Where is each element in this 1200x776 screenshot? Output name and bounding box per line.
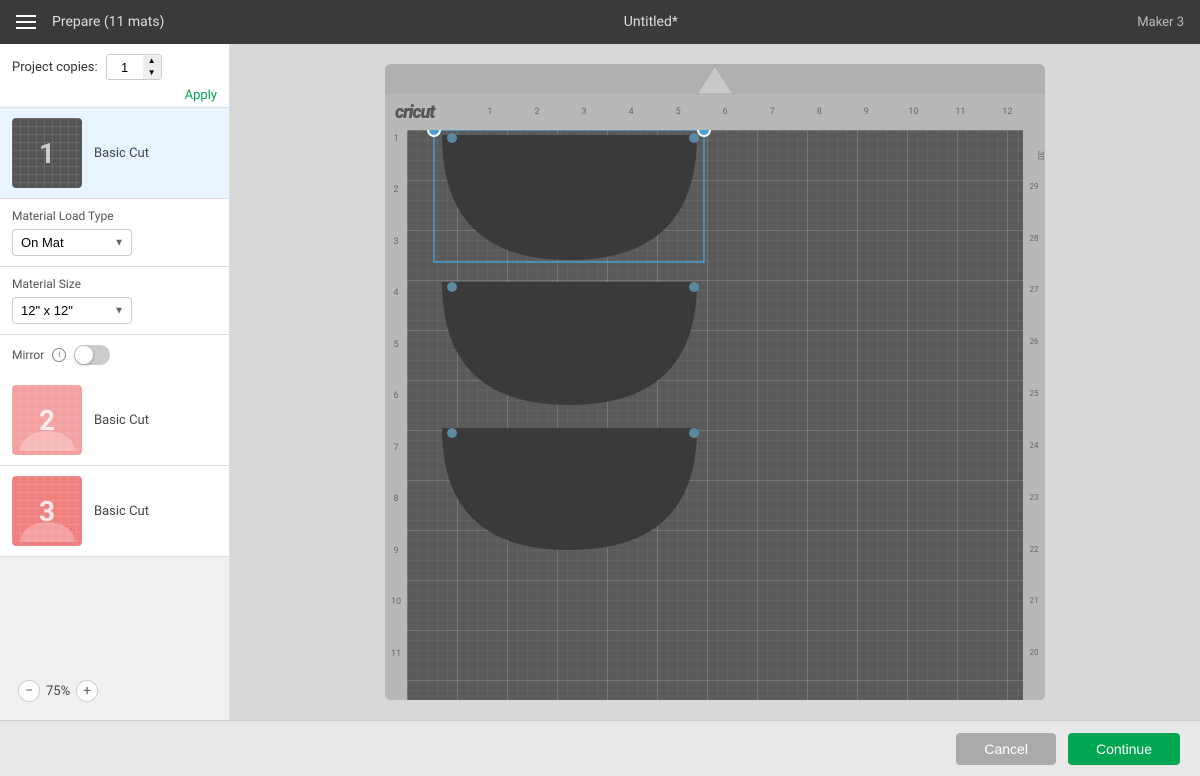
material-size-label: Material Size — [12, 277, 217, 291]
material-load-select-wrap: On Mat Without Mat ▼ — [12, 229, 132, 256]
app-header: Prepare (11 mats) Untitled* Maker 3 — [0, 0, 1200, 44]
ruler-corner — [444, 107, 466, 117]
mirror-toggle[interactable] — [74, 345, 110, 365]
material-size-section: Material Size 12" x 12" 12" x 24" ▼ — [0, 267, 229, 335]
project-copies-section: Project copies: ▲ ▼ Apply — [0, 44, 229, 108]
top-ruler: 1 2 3 4 5 6 7 8 9 10 11 12 — [444, 107, 1031, 117]
mat-item-3[interactable]: 3 Basic Cut — [0, 466, 229, 557]
main-area: Project copies: ▲ ▼ Apply 1 Basic Cut — [0, 44, 1200, 720]
shape-dot-1a — [447, 133, 457, 143]
material-load-select[interactable]: On Mat Without Mat — [12, 229, 132, 256]
zoom-bar: − 75% + — [10, 672, 106, 710]
shape-dot-3a — [447, 428, 457, 438]
copies-up-button[interactable]: ▲ — [143, 55, 161, 67]
mat-shapes-svg — [407, 130, 1045, 700]
mat-thumbnail-2: 2 — [12, 385, 82, 455]
mat-canvas: cricut 1 2 3 4 5 6 7 8 9 10 — [385, 64, 1045, 700]
zoom-in-button[interactable]: + — [76, 680, 98, 702]
zoom-section: − 75% + — [0, 557, 229, 720]
mat-thumbnail-3: 3 — [12, 476, 82, 546]
menu-button[interactable] — [16, 15, 36, 29]
shape-3[interactable] — [442, 428, 697, 550]
mat-pin — [695, 64, 735, 100]
mirror-info-icon[interactable]: i — [52, 348, 66, 362]
toggle-knob — [75, 346, 93, 364]
shape-dot-3b — [689, 428, 699, 438]
cricut-brand: cricut — [395, 102, 434, 123]
mat-item-1[interactable]: 1 Basic Cut — [0, 108, 229, 199]
mat-label-1: Basic Cut — [94, 146, 149, 161]
grid-content: 30 29 28 27 26 25 24 23 22 21 20 — [407, 130, 1045, 700]
mat-item-2[interactable]: 2 Basic Cut — [0, 375, 229, 466]
device-name: Maker 3 — [1137, 15, 1184, 30]
material-size-select[interactable]: 12" x 12" 12" x 24" — [12, 297, 132, 324]
footer-bar: Cancel Continue — [0, 720, 1200, 776]
shape-dot-2b — [689, 282, 699, 292]
mirror-label: Mirror — [12, 348, 44, 362]
shape-dot-1b — [689, 133, 699, 143]
shape-1[interactable] — [442, 135, 697, 260]
cancel-button[interactable]: Cancel — [956, 733, 1056, 765]
apply-button[interactable]: Apply — [185, 88, 217, 103]
mat-thumb-shapes-3 — [12, 476, 82, 546]
material-load-section: Material Load Type On Mat Without Mat ▼ — [0, 199, 229, 267]
copies-down-button[interactable]: ▼ — [143, 67, 161, 79]
mat-label-3: Basic Cut — [94, 504, 149, 519]
copies-spinners: ▲ ▼ — [143, 55, 161, 79]
mirror-section: Mirror i — [0, 335, 229, 375]
mat-label-2: Basic Cut — [94, 413, 149, 428]
material-load-label: Material Load Type — [12, 209, 217, 223]
mat-body: 1 2 3 4 5 6 7 8 9 10 11 — [385, 130, 1045, 700]
shape-dot-2a — [447, 282, 457, 292]
handle-tl[interactable] — [428, 130, 440, 136]
right-ruler: 30 29 28 27 26 25 24 23 22 21 20 — [1023, 130, 1045, 700]
continue-button[interactable]: Continue — [1068, 733, 1180, 765]
copies-input-wrap: ▲ ▼ — [106, 54, 162, 80]
material-size-select-wrap: 12" x 12" 12" x 24" ▼ — [12, 297, 132, 324]
mat-thumb-shapes-2 — [12, 385, 82, 455]
shape-2[interactable] — [442, 282, 697, 405]
canvas-area: cricut 1 2 3 4 5 6 7 8 9 10 — [230, 44, 1200, 720]
sidebar: Project copies: ▲ ▼ Apply 1 Basic Cut — [0, 44, 230, 720]
project-copies-label: Project copies: — [12, 60, 98, 75]
handle-tr[interactable] — [698, 130, 710, 136]
mat-number-1: 1 — [12, 118, 82, 188]
document-title: Untitled* — [164, 14, 1137, 30]
mat-pin-icon — [695, 64, 735, 96]
mat-thumbnail-1: 1 — [12, 118, 82, 188]
zoom-value: 75% — [46, 684, 70, 699]
zoom-out-button[interactable]: − — [18, 680, 40, 702]
prepare-title: Prepare (11 mats) — [52, 14, 164, 30]
left-ruler: 1 2 3 4 5 6 7 8 9 10 11 — [385, 130, 407, 700]
copies-input[interactable] — [107, 57, 143, 78]
top-ruler-numbers: 1 2 3 4 5 6 7 8 9 10 11 12 — [466, 107, 1031, 117]
